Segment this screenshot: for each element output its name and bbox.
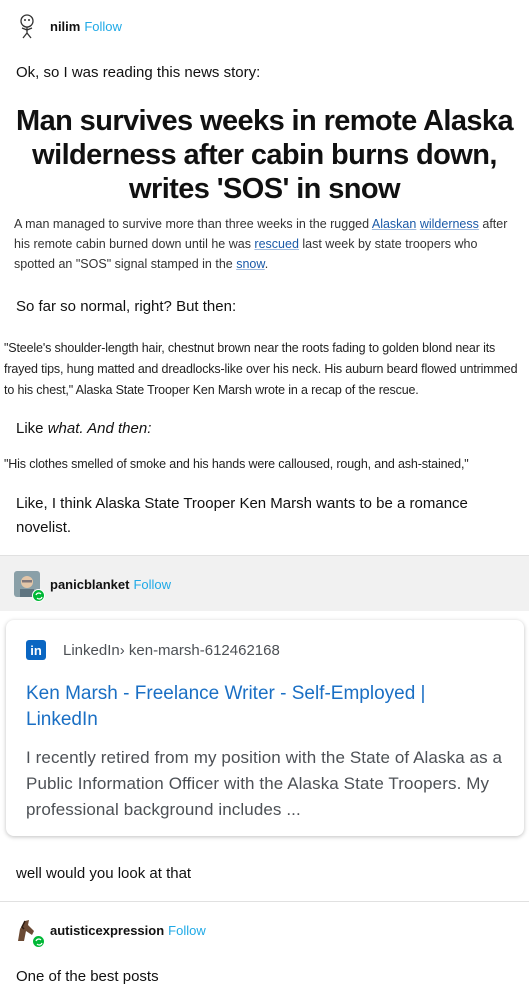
news-headline: Man survives weeks in remote Alaska wild… (16, 105, 514, 205)
linkedin-icon: in (26, 640, 46, 660)
username[interactable]: nilim (50, 19, 80, 34)
post-text: One of the best posts (16, 968, 159, 985)
doodle-avatar-icon[interactable] (14, 13, 40, 39)
username[interactable]: autisticexpression (50, 923, 164, 938)
card-description: I recently retired from my position with… (26, 748, 503, 819)
divider (0, 901, 529, 902)
photo-avatar-icon[interactable] (14, 571, 45, 602)
post-text: Like, I think Alaska State Trooper Ken M… (16, 495, 468, 536)
card-title-link[interactable]: Ken Marsh - Freelance Writer - Self-Empl… (26, 681, 496, 733)
news-paragraph: A man managed to survive more than three… (14, 217, 508, 271)
post-header-panicblanket: panicblanket Follow (0, 558, 529, 610)
post-header-autisticexpression: autisticexpression Follow (0, 904, 529, 956)
post-text: Like what. And then: (16, 420, 152, 437)
news-link[interactable]: rescued (254, 237, 298, 251)
news-link[interactable]: snow (236, 257, 265, 271)
quote-text: "Steele's shoulder-length hair, chestnut… (4, 341, 518, 397)
follow-button[interactable]: Follow (168, 923, 206, 938)
quote-text: "His clothes smelled of smoke and his ha… (4, 457, 469, 471)
card-source: in LinkedIn › ken-marsh-612462168 (26, 640, 280, 660)
news-link[interactable]: Alaskan (372, 217, 416, 231)
username[interactable]: panicblanket (50, 577, 129, 592)
follow-button[interactable]: Follow (133, 577, 171, 592)
post-header-nilim: nilim Follow (0, 0, 529, 52)
post-text: So far so normal, right? But then: (16, 298, 237, 315)
source-name: LinkedIn (63, 641, 120, 659)
news-link[interactable]: wilderness (420, 217, 479, 231)
reblog-icon (32, 935, 45, 948)
follow-button[interactable]: Follow (84, 19, 122, 34)
post-text: Ok, so I was reading this news story: (16, 64, 261, 81)
link-preview-card[interactable]: in LinkedIn › ken-marsh-612462168 Ken Ma… (6, 620, 524, 836)
source-path: › ken-marsh-612462168 (119, 641, 280, 659)
reblog-icon (32, 589, 45, 602)
post-text: well would you look at that (16, 865, 192, 882)
horse-avatar-icon[interactable] (14, 917, 45, 948)
